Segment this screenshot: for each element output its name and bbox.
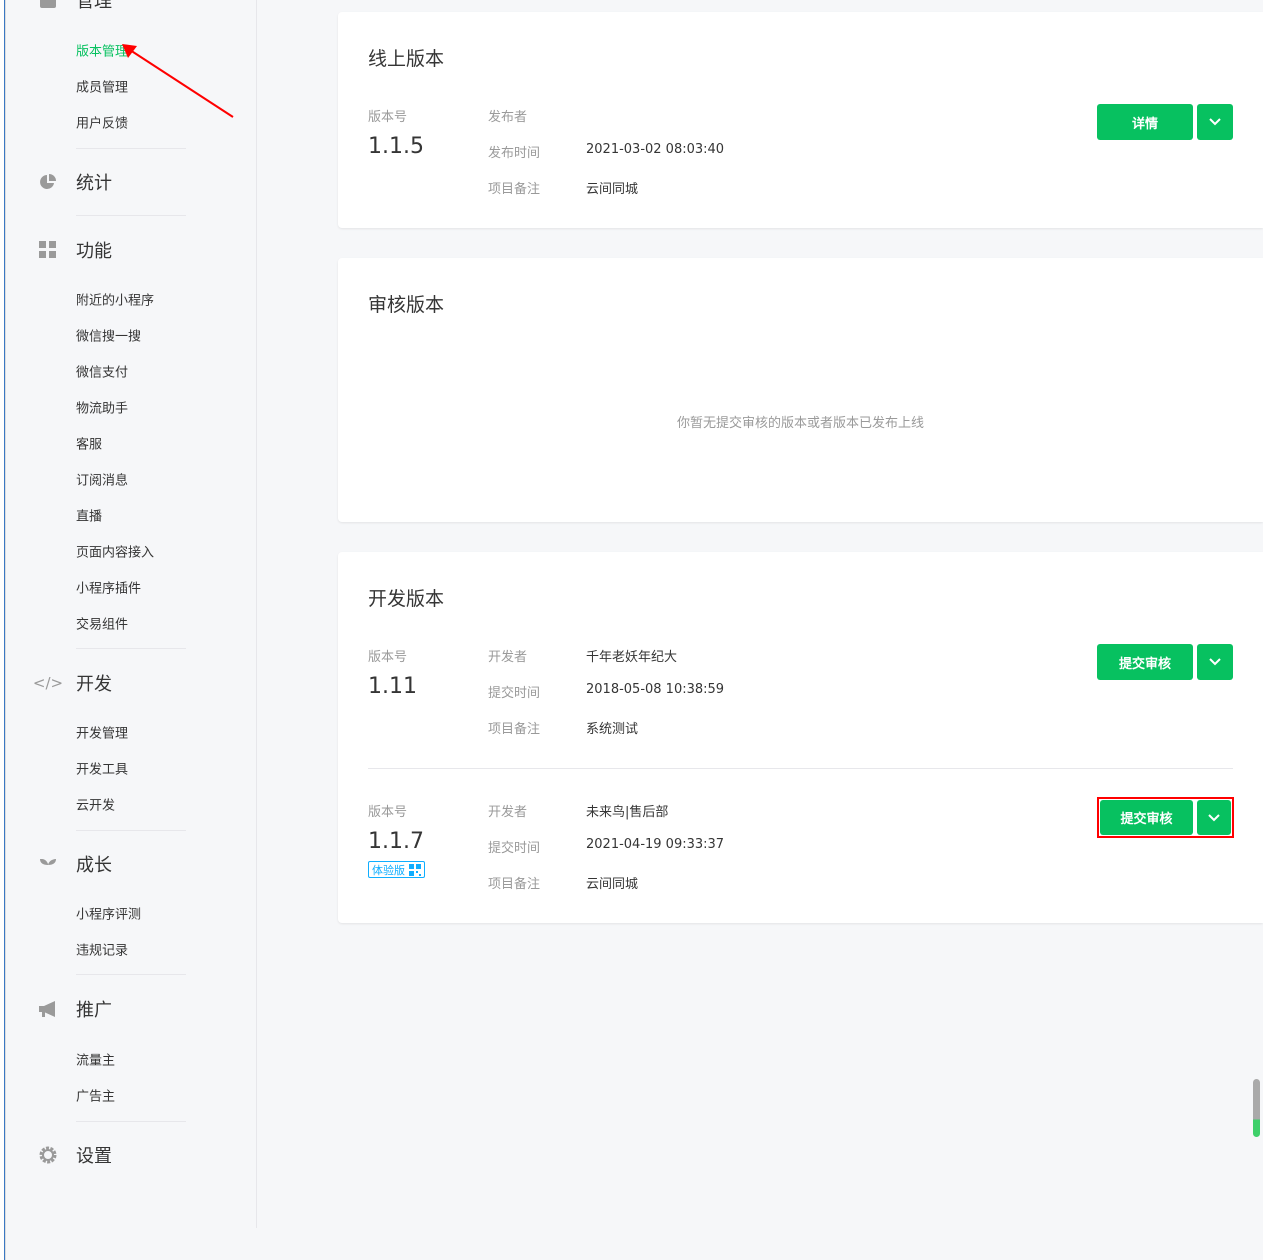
dev-version-card: 开发版本 版本号 1.11 开发者 千年老妖年纪大 提交时间 2018-05-0… — [338, 552, 1263, 923]
section-title: 审核版本 — [368, 294, 445, 316]
sidebar-item[interactable]: 开发工具 — [76, 759, 128, 778]
code-icon: </> — [32, 674, 64, 692]
scroll-indicator[interactable] — [1253, 1079, 1260, 1137]
section-title: 开发版本 — [368, 588, 445, 610]
more-dropdown-button[interactable] — [1197, 800, 1231, 835]
divider — [76, 215, 186, 216]
time-label: 提交时间 — [488, 841, 541, 856]
sidebar-item[interactable]: 交易组件 — [76, 614, 128, 633]
chevron-down-icon — [1209, 118, 1221, 126]
submit-review-button[interactable]: 提交审核 — [1100, 800, 1193, 835]
group-label: 开发 — [76, 674, 112, 695]
time-value: 2021-04-19 09:33:37 — [586, 837, 725, 852]
sidebar-item[interactable]: 开发管理 — [76, 723, 128, 742]
group-label: 设置 — [76, 1146, 112, 1167]
chevron-down-icon — [1209, 658, 1221, 666]
group-label: 功能 — [76, 241, 112, 262]
tag-label: 体验版 — [372, 863, 405, 877]
version-number: 1.11 — [368, 674, 417, 699]
qrcode-icon — [409, 863, 421, 876]
sidebar-item[interactable]: 微信搜一搜 — [76, 326, 141, 345]
sidebar-item[interactable]: 直播 — [76, 506, 102, 525]
pie-chart-icon — [38, 172, 58, 192]
note-value: 系统测试 — [586, 722, 639, 737]
empty-message: 你暂无提交审核的版本或者版本已发布上线 — [676, 416, 924, 431]
sidebar-item[interactable]: 附近的小程序 — [76, 290, 154, 309]
sidebar-item[interactable]: 广告主 — [76, 1086, 115, 1105]
version-number: 1.1.5 — [368, 134, 424, 159]
sidebar-item[interactable]: 客服 — [76, 434, 102, 453]
divider — [76, 1121, 186, 1122]
sidebar-group-features[interactable]: 功能 — [38, 237, 112, 263]
megaphone-icon — [38, 999, 58, 1019]
online-version-card: 线上版本 版本号 1.1.5 发布者 发布时间 2021-03-02 08:03… — [338, 12, 1263, 228]
divider — [76, 148, 186, 149]
sidebar-group-dev[interactable]: </> 开发 — [32, 670, 112, 696]
chevron-down-icon — [1208, 813, 1220, 821]
detail-button[interactable]: 详情 — [1097, 104, 1193, 140]
time-value: 2018-05-08 10:38:59 — [586, 682, 725, 697]
developer-label: 开发者 — [488, 805, 528, 820]
sidebar-item[interactable]: 物流助手 — [76, 398, 128, 417]
note-label: 项目备注 — [488, 182, 541, 197]
trial-version-tag[interactable]: 体验版 — [368, 861, 425, 878]
sidebar-item[interactable]: 微信支付 — [76, 362, 128, 381]
time-label: 提交时间 — [488, 686, 541, 701]
section-title: 线上版本 — [368, 48, 445, 70]
divider — [76, 974, 186, 975]
divider — [368, 768, 1233, 769]
more-dropdown-button[interactable] — [1197, 644, 1233, 680]
note-value: 云间同城 — [586, 877, 639, 892]
version-number: 1.1.7 — [368, 829, 424, 854]
annotation-arrow — [122, 44, 234, 118]
sidebar-item[interactable]: 云开发 — [76, 795, 115, 814]
note-label: 项目备注 — [488, 877, 541, 892]
group-label: 成长 — [76, 855, 112, 876]
sidebar-group-stats[interactable]: 统计 — [38, 169, 112, 195]
sidebar-item[interactable]: 页面内容接入 — [76, 542, 154, 561]
sidebar-item[interactable]: 订阅消息 — [76, 470, 128, 489]
publisher-label: 发布者 — [488, 110, 528, 125]
submit-review-button[interactable]: 提交审核 — [1097, 644, 1193, 680]
developer-label: 开发者 — [488, 650, 528, 665]
version-label: 版本号 — [368, 805, 408, 820]
note-label: 项目备注 — [488, 722, 541, 737]
sidebar-item[interactable]: 流量主 — [76, 1050, 115, 1069]
group-label: 推广 — [76, 1000, 112, 1021]
developer-value: 千年老妖年纪大 — [586, 650, 678, 665]
sidebar: 管理 版本管理 成员管理 用户反馈 统计 功能 附近的小程序 微信搜一搜 微信支… — [6, 0, 257, 1228]
sprout-icon — [38, 854, 58, 874]
developer-value: 未来鸟|售后部 — [586, 805, 669, 820]
sidebar-item[interactable]: 违规记录 — [76, 940, 128, 959]
sidebar-item[interactable]: 小程序插件 — [76, 578, 141, 597]
sidebar-item[interactable]: 小程序评测 — [76, 904, 141, 923]
grid-icon — [38, 240, 58, 260]
divider — [76, 830, 186, 831]
gear-icon — [38, 1145, 58, 1165]
review-version-card: 审核版本 你暂无提交审核的版本或者版本已发布上线 — [338, 258, 1263, 522]
sidebar-group-settings[interactable]: 设置 — [38, 1142, 112, 1168]
time-value: 2021-03-02 08:03:40 — [586, 142, 725, 157]
sidebar-group-growth[interactable]: 成长 — [38, 851, 112, 877]
time-label: 发布时间 — [488, 146, 541, 161]
note-value: 云间同城 — [586, 182, 639, 197]
more-dropdown-button[interactable] — [1197, 104, 1233, 140]
version-label: 版本号 — [368, 650, 408, 665]
group-label: 统计 — [76, 173, 112, 194]
version-label: 版本号 — [368, 110, 408, 125]
divider — [76, 648, 186, 649]
sidebar-group-promote[interactable]: 推广 — [38, 996, 112, 1022]
